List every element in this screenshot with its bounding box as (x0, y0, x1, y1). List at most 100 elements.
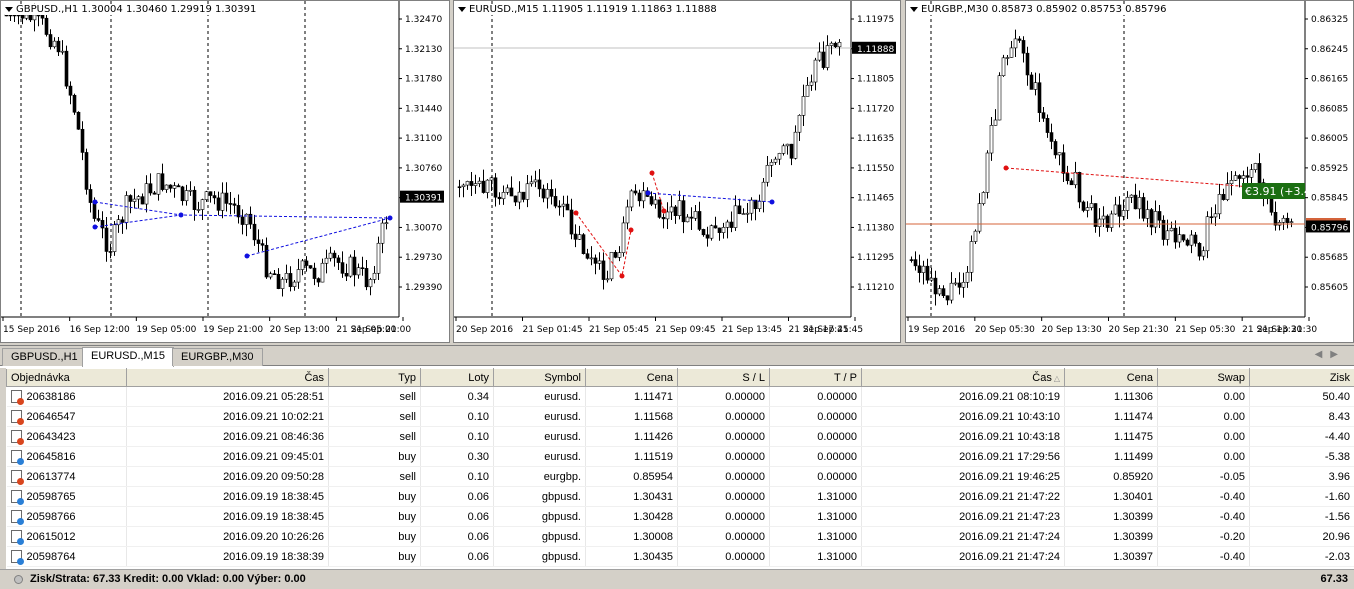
col-header-lots[interactable]: Loty (420, 368, 494, 387)
candle-body (649, 196, 654, 205)
table-row[interactable]: 20638186 2016.09.21 05:28:51 sell 0.34 eurus… (6, 386, 1354, 407)
cell-swap: 0.00 (1157, 446, 1250, 467)
time-label: 20 Sep 13:30 (1042, 325, 1102, 335)
cell-close-time: 2016.09.21 08:10:19 (861, 386, 1065, 407)
chart-gbpusd[interactable]: 1.32470 1.32130 1.31780 1.31440 1.31100 1.307… (0, 0, 450, 343)
candle-body (120, 219, 125, 223)
candle-body (1105, 215, 1110, 228)
candle-body (477, 180, 482, 184)
candle-body (553, 196, 558, 207)
col-header-sl[interactable]: S / L (677, 368, 770, 387)
chart-canvas[interactable]: 0.86325 0.86245 0.86165 0.86085 0.86005 0.859… (906, 1, 1354, 343)
cell-open-price: 0.85954 (585, 466, 678, 487)
table-row[interactable]: 20645816 2016.09.21 09:45:01 buy 0.30 eurusd… (6, 446, 1354, 467)
col-header-order[interactable]: Objednávka (6, 368, 127, 387)
cell-ticket: 20643423 (6, 426, 127, 447)
tab-eurgbp[interactable]: EURGBP.,M30 (172, 348, 263, 366)
candle-body (320, 262, 325, 283)
cell-tp: 1.31000 (769, 506, 862, 527)
candle-body (224, 192, 229, 204)
candle-body (993, 119, 998, 126)
candle-body (92, 202, 97, 219)
price-label: 0.86325 (1311, 15, 1348, 25)
cell-close-price: 1.30399 (1064, 526, 1158, 547)
price-label: 0.85925 (1311, 164, 1348, 174)
price-label: 0.86245 (1311, 45, 1348, 55)
candle-body (949, 282, 954, 301)
sell-order-icon (10, 470, 24, 485)
candle-body (541, 188, 546, 199)
table-row[interactable]: 20598765 2016.09.19 18:38:45 buy 0.06 gbpusd… (6, 486, 1354, 507)
candle-body (565, 203, 570, 211)
candle-body (28, 14, 33, 21)
tab-gbpusd[interactable]: GBPUSD.,H1 (2, 348, 87, 366)
table-row[interactable]: 20646547 2016.09.21 10:02:21 sell 0.10 eurus… (6, 406, 1354, 427)
sell-marker (649, 170, 655, 176)
price-label: 1.11805 (857, 75, 894, 85)
candle-body (1089, 203, 1094, 208)
candle-body (829, 42, 834, 46)
cell-symbol: gbpusd. (493, 506, 586, 527)
table-row[interactable]: 20615012 2016.09.20 10:26:26 buy 0.06 gbpusd… (6, 526, 1354, 547)
candle-body (681, 200, 686, 223)
candle-body (148, 183, 153, 194)
col-header-open-price[interactable]: Cena (585, 368, 678, 387)
buy-marker (645, 190, 651, 196)
cell-close-time: 2016.09.21 21:47:24 (861, 546, 1065, 567)
tab-eurusd[interactable]: EURUSD.,M15 (82, 347, 174, 367)
dropdown-icon[interactable] (910, 7, 918, 12)
ticket-number: 20615012 (26, 530, 76, 543)
ticket-number: 20638186 (26, 390, 76, 403)
chart-canvas[interactable]: 1.32470 1.32130 1.31780 1.31440 1.31100 1.307… (1, 1, 450, 343)
chart-canvas[interactable]: 1.11975 1.11888 1.11805 1.11720 1.11635 1.115… (454, 1, 901, 343)
chart-tabs-bar: GBPUSD.,H1 EURUSD.,M15 EURGBP.,M30 ◀▶ (0, 345, 1354, 367)
candle-body (529, 181, 534, 185)
candle-body (1185, 239, 1190, 246)
col-header-profit[interactable]: Zisk (1249, 368, 1354, 387)
col-header-tp[interactable]: T / P (769, 368, 862, 387)
candle-body (1213, 213, 1218, 218)
cell-sl: 0.00000 (677, 446, 770, 467)
candle-body (44, 17, 49, 35)
candle-body (240, 216, 245, 225)
col-header-close-time[interactable]: Čas △ (861, 368, 1065, 387)
table-row[interactable]: 20598766 2016.09.19 18:38:45 buy 0.06 gbpusd… (6, 506, 1354, 527)
candle-body (1025, 52, 1030, 76)
candle-body (969, 241, 974, 273)
col-header-swap[interactable]: Swap (1157, 368, 1250, 387)
price-label: 1.29730 (405, 253, 442, 263)
col-header-symbol[interactable]: Symbol (493, 368, 586, 387)
candle-body (821, 51, 826, 68)
col-header-open-time[interactable]: Čas (126, 368, 329, 387)
dropdown-icon[interactable] (458, 7, 466, 12)
candle-body (709, 225, 714, 239)
table-row[interactable]: 20643423 2016.09.21 08:46:36 sell 0.10 eurus… (6, 426, 1354, 447)
buy-order-icon (10, 510, 24, 525)
candle-body (1053, 141, 1058, 156)
col-header-close-price[interactable]: Cena (1064, 368, 1158, 387)
candle-body (1269, 196, 1274, 213)
chart-eurgbp[interactable]: 0.86325 0.86245 0.86165 0.86085 0.86005 0.859… (905, 0, 1354, 343)
candle-body (84, 152, 89, 190)
dropdown-icon[interactable] (5, 7, 13, 12)
candle-body (809, 81, 814, 86)
candle-body (280, 278, 285, 289)
candle-body (32, 14, 37, 21)
candle-body (76, 111, 81, 130)
table-row[interactable]: 20613774 2016.09.20 09:50:28 sell 0.10 eurgb… (6, 466, 1354, 487)
candle-body (1181, 234, 1186, 241)
table-row[interactable]: 20598764 2016.09.19 18:38:39 buy 0.06 gbpusd… (6, 546, 1354, 567)
col-header-type[interactable]: Typ (328, 368, 421, 387)
candle-body (276, 273, 281, 289)
chart-eurusd[interactable]: 1.11975 1.11888 1.11805 1.11720 1.11635 1.115… (453, 0, 901, 343)
cell-lots: 0.10 (420, 426, 494, 447)
buy-marker (387, 215, 393, 221)
sell-marker (1003, 165, 1009, 171)
cell-lots: 0.34 (420, 386, 494, 407)
candle-body (4, 14, 9, 17)
candle-body (757, 201, 762, 210)
candle-body (693, 211, 698, 219)
candle-body (1045, 118, 1050, 133)
tab-scroll-arrows[interactable]: ◀▶ (1315, 349, 1346, 360)
cell-open-price: 1.30428 (585, 506, 678, 527)
